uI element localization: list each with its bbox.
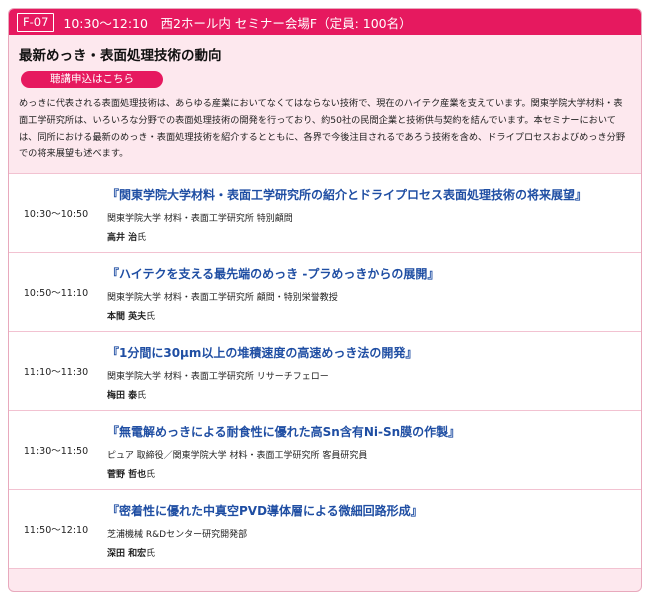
talk-row: 10:50～11:10 『ハイテクを支える最先端のめっき -プラめっきからの展開… [9, 253, 641, 333]
talk-row: 11:50～12:10 『密着性に優れた中真空PVD導体層による微細回路形成』 … [9, 490, 641, 570]
speaker-honorific: 氏 [146, 312, 156, 323]
session-time-venue: 10:30～12:10 西2ホール内 セミナー会場F（定員: 100名） [63, 15, 412, 31]
speaker-honorific: 氏 [146, 470, 156, 481]
talk-row: 11:10～11:30 『1分間に30μm以上の堆積速度の高速めっき法の開発』 … [9, 332, 641, 412]
talk-row: 11:30～11:50 『無電解めっきによる耐食性に優れた高Sn含有Ni-Sn膜… [9, 411, 641, 491]
session-title: 最新めっき・表面処理技術の動向 [19, 48, 222, 64]
talk-title-link[interactable]: 『無電解めっきによる耐食性に優れた高Sn含有Ni-Sn膜の作製』 [107, 423, 460, 440]
talk-speaker: 深田 和宏氏 [107, 546, 423, 559]
talk-title-link[interactable]: 『密着性に優れた中真空PVD導体層による微細回路形成』 [107, 502, 423, 519]
talk-speaker: 菅野 哲也氏 [107, 467, 460, 480]
speaker-name: 梅田 泰 [107, 391, 138, 402]
talk-title-link[interactable]: 『関東学院大学材料・表面工学研究所の紹介とドライプロセス表面処理技術の将来展望』 [107, 186, 587, 203]
talk-speaker: 本間 英夫氏 [107, 309, 439, 322]
session-description: めっきに代表される表面処理技術は、あらゆる産業においてなくてはならない技術で、現… [19, 98, 626, 160]
speaker-honorific: 氏 [137, 233, 147, 244]
talk-time: 11:10～11:30 [9, 332, 103, 411]
talk-time: 11:50～12:10 [9, 490, 103, 569]
session-card: F-07 10:30～12:10 西2ホール内 セミナー会場F（定員: 100名… [8, 8, 642, 592]
speaker-name: 菅野 哲也 [107, 470, 147, 481]
talk-affiliation: 芝浦機械 R&Dセンター研究開発部 [107, 530, 248, 541]
talk-affiliation: ピュア 取締役／関東学院大学 材料・表面工学研究所 客員研究員 [107, 451, 368, 462]
talk-list: 10:30～10:50 『関東学院大学材料・表面工学研究所の紹介とドライプロセス… [9, 174, 641, 570]
speaker-honorific: 氏 [137, 391, 147, 402]
apply-button[interactable]: 聴講申込はこちら [21, 71, 163, 88]
speaker-honorific: 氏 [146, 549, 156, 560]
talk-speaker: 梅田 泰氏 [107, 388, 417, 401]
session-code-badge: F-07 [17, 12, 55, 32]
talk-title-link[interactable]: 『1分間に30μm以上の堆積速度の高速めっき法の開発』 [107, 344, 417, 361]
talk-time: 10:50～11:10 [9, 253, 103, 332]
talk-affiliation: 関東学院大学 材料・表面工学研究所 リサーチフェロー [107, 372, 329, 383]
speaker-name: 深田 和宏 [107, 549, 147, 560]
speaker-name: 高井 治 [107, 233, 138, 244]
talk-time: 10:30～10:50 [9, 174, 103, 253]
talk-speaker: 高井 治氏 [107, 230, 587, 243]
talk-time: 11:30～11:50 [9, 411, 103, 490]
talk-affiliation: 関東学院大学 材料・表面工学研究所 顧問・特別栄誉教授 [107, 293, 338, 304]
talk-affiliation: 関東学院大学 材料・表面工学研究所 特別顧問 [107, 214, 293, 225]
talk-title-link[interactable]: 『ハイテクを支える最先端のめっき -プラめっきからの展開』 [107, 265, 439, 282]
speaker-name: 本間 英夫 [107, 312, 147, 323]
talk-row: 10:30～10:50 『関東学院大学材料・表面工学研究所の紹介とドライプロセス… [9, 174, 641, 254]
session-header: F-07 10:30～12:10 西2ホール内 セミナー会場F（定員: 100名… [9, 9, 641, 35]
